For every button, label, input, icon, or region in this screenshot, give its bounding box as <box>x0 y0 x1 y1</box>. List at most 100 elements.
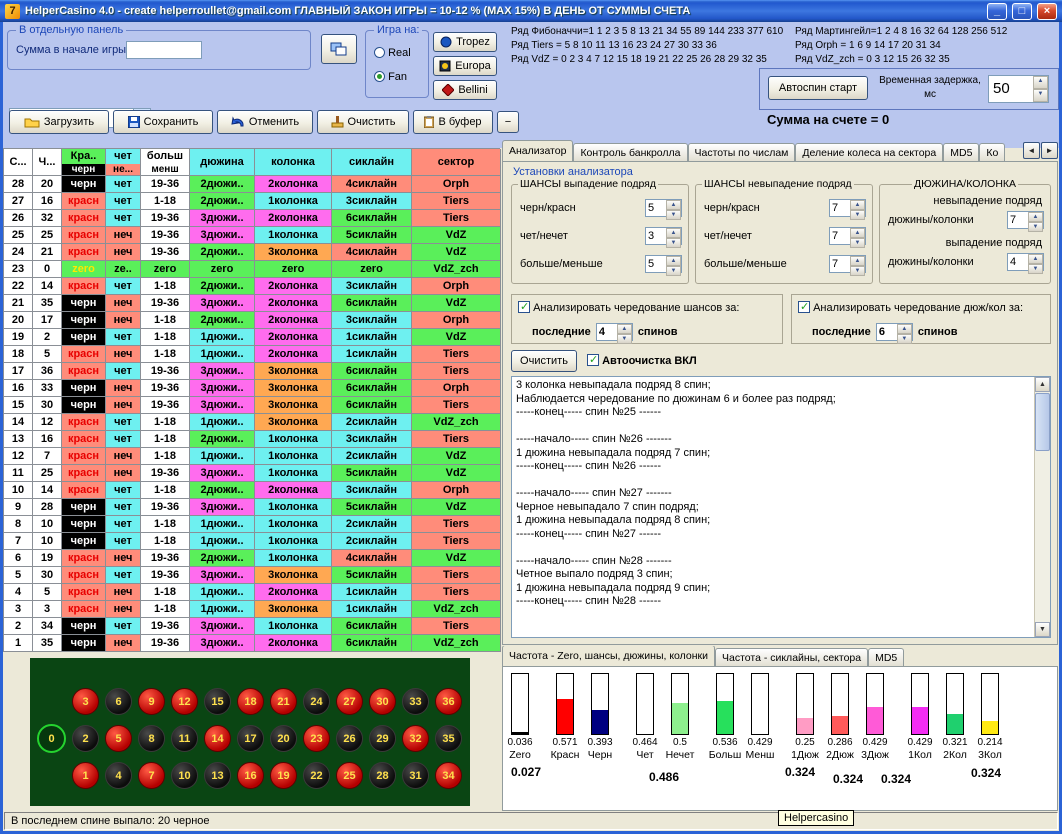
roulette-number-16[interactable]: 16 <box>237 762 264 789</box>
spin-down-icon[interactable]: ▼ <box>850 210 865 220</box>
autoclear-control[interactable]: Автоочистка ВКЛ <box>587 354 697 367</box>
roulette-number-23[interactable]: 23 <box>303 725 330 752</box>
roulette-number-27[interactable]: 27 <box>336 688 363 715</box>
scroll-up-icon[interactable]: ▲ <box>1035 377 1050 392</box>
spin-up-icon[interactable]: ▲ <box>666 228 681 238</box>
tab-number-frequencies[interactable]: Частоты по числам <box>688 143 796 161</box>
roulette-number-15[interactable]: 15 <box>204 688 231 715</box>
alternation-chances-checkbox[interactable] <box>518 301 530 313</box>
spin-down-icon[interactable]: ▼ <box>1028 264 1043 274</box>
roulette-number-17[interactable]: 17 <box>237 725 264 752</box>
roulette-number-25[interactable]: 25 <box>336 762 363 789</box>
roulette-number-7[interactable]: 7 <box>138 762 165 789</box>
roulette-number-22[interactable]: 22 <box>303 762 330 789</box>
g2-row2-spinner[interactable]: 7▲▼ <box>829 227 866 245</box>
roulette-number-33[interactable]: 33 <box>402 688 429 715</box>
roulette-number-10[interactable]: 10 <box>171 762 198 789</box>
alt2-spinner[interactable]: 6▲▼ <box>876 323 913 341</box>
load-button[interactable]: Загрузить <box>9 110 109 134</box>
spin-up-icon[interactable]: ▲ <box>897 324 912 334</box>
tab-bankroll[interactable]: Контроль банкролла <box>573 143 687 161</box>
radio-fan[interactable]: Fan <box>374 71 407 83</box>
tab-scroll-left-icon[interactable]: ◄ <box>1023 142 1040 159</box>
roulette-number-26[interactable]: 26 <box>336 725 363 752</box>
detach-panel-button[interactable] <box>321 34 357 64</box>
alternation-dozen-checkbox[interactable] <box>798 301 810 313</box>
spin-down-icon[interactable]: ▼ <box>897 334 912 344</box>
scrollbar-thumb[interactable] <box>1035 393 1050 451</box>
g2-row1-spinner[interactable]: 7▲▼ <box>829 199 866 217</box>
save-button[interactable]: Сохранить <box>113 110 213 134</box>
spin-up-icon[interactable]: ▲ <box>1028 254 1043 264</box>
clear-button-top[interactable]: Очистить <box>317 110 409 134</box>
roulette-number-29[interactable]: 29 <box>369 725 396 752</box>
spin-up-icon[interactable]: ▲ <box>1028 212 1043 222</box>
tab-freq-chances[interactable]: Частота - Zero, шансы, дюжины, колонки <box>502 646 715 666</box>
autoclear-checkbox[interactable] <box>587 354 599 366</box>
tab-md5[interactable]: MD5 <box>943 143 979 161</box>
roulette-number-12[interactable]: 12 <box>171 688 198 715</box>
roulette-number-35[interactable]: 35 <box>435 725 462 752</box>
spin-down-icon[interactable]: ▼ <box>617 334 632 344</box>
roulette-number-24[interactable]: 24 <box>303 688 330 715</box>
g3-row1-spinner[interactable]: 7▲▼ <box>1007 211 1044 229</box>
g1-row2-spinner[interactable]: 3▲▼ <box>645 227 682 245</box>
tab-freq-sixlines[interactable]: Частота - сиклайны, сектора <box>715 648 868 666</box>
roulette-number-13[interactable]: 13 <box>204 762 231 789</box>
tab-analyzer[interactable]: Анализатор <box>502 140 573 161</box>
roulette-number-28[interactable]: 28 <box>369 762 396 789</box>
roulette-number-34[interactable]: 34 <box>435 762 462 789</box>
roulette-number-31[interactable]: 31 <box>402 762 429 789</box>
spin-down-icon[interactable]: ▼ <box>850 238 865 248</box>
g1-row3-spinner[interactable]: 5▲▼ <box>645 255 682 273</box>
tab-clipped[interactable]: Ко <box>979 143 1005 161</box>
spin-up-icon[interactable]: ▲ <box>850 256 865 266</box>
undo-button[interactable]: Отменить <box>217 110 313 134</box>
spin-down-icon[interactable]: ▼ <box>850 266 865 276</box>
tab-scroll-right-icon[interactable]: ► <box>1041 142 1058 159</box>
spin-down-icon[interactable]: ▼ <box>1028 222 1043 232</box>
roulette-number-3[interactable]: 3 <box>72 688 99 715</box>
roulette-number-0[interactable]: 0 <box>37 724 66 753</box>
roulette-number-4[interactable]: 4 <box>105 762 132 789</box>
spin-up-icon[interactable]: ▲ <box>850 228 865 238</box>
roulette-number-32[interactable]: 32 <box>402 725 429 752</box>
roulette-number-21[interactable]: 21 <box>270 688 297 715</box>
roulette-number-2[interactable]: 2 <box>72 725 99 752</box>
roulette-number-20[interactable]: 20 <box>270 725 297 752</box>
close-button[interactable]: × <box>1037 3 1057 20</box>
start-sum-input[interactable] <box>126 41 202 59</box>
maximize-button[interactable]: □ <box>1012 3 1032 20</box>
alt1-spinner[interactable]: 4▲▼ <box>596 323 633 341</box>
roulette-number-18[interactable]: 18 <box>237 688 264 715</box>
roulette-number-6[interactable]: 6 <box>105 688 132 715</box>
minimize-button[interactable]: _ <box>987 3 1007 20</box>
spin-up-icon[interactable]: ▲ <box>617 324 632 334</box>
roulette-number-9[interactable]: 9 <box>138 688 165 715</box>
roulette-number-11[interactable]: 11 <box>171 725 198 752</box>
bellini-button[interactable]: Bellini <box>433 80 497 100</box>
spin-down-icon[interactable]: ▼ <box>666 266 681 276</box>
tropez-button[interactable]: Tropez <box>433 32 497 52</box>
spin-up-icon[interactable]: ▲ <box>1033 76 1048 89</box>
spin-down-icon[interactable]: ▼ <box>1033 89 1048 102</box>
tab-freq-md5[interactable]: MD5 <box>868 648 904 666</box>
g1-row1-spinner[interactable]: 5▲▼ <box>645 199 682 217</box>
delay-value[interactable]: 50 <box>989 76 1033 102</box>
roulette-number-1[interactable]: 1 <box>72 762 99 789</box>
spin-up-icon[interactable]: ▲ <box>666 256 681 266</box>
europa-button[interactable]: Europa <box>433 56 497 76</box>
spin-up-icon[interactable]: ▲ <box>666 200 681 210</box>
g3-row2-spinner[interactable]: 4▲▼ <box>1007 253 1044 271</box>
spin-down-icon[interactable]: ▼ <box>666 238 681 248</box>
roulette-number-8[interactable]: 8 <box>138 725 165 752</box>
buffer-button[interactable]: В буфер <box>413 110 493 134</box>
spin-down-icon[interactable]: ▼ <box>666 210 681 220</box>
roulette-number-5[interactable]: 5 <box>105 725 132 752</box>
g2-row3-spinner[interactable]: 7▲▼ <box>829 255 866 273</box>
scroll-down-icon[interactable]: ▼ <box>1035 622 1050 637</box>
collapse-button[interactable]: − <box>497 111 519 133</box>
log-scrollbar[interactable]: ▲ ▼ <box>1034 377 1050 637</box>
radio-real[interactable]: Real <box>374 47 411 59</box>
spin-up-icon[interactable]: ▲ <box>850 200 865 210</box>
